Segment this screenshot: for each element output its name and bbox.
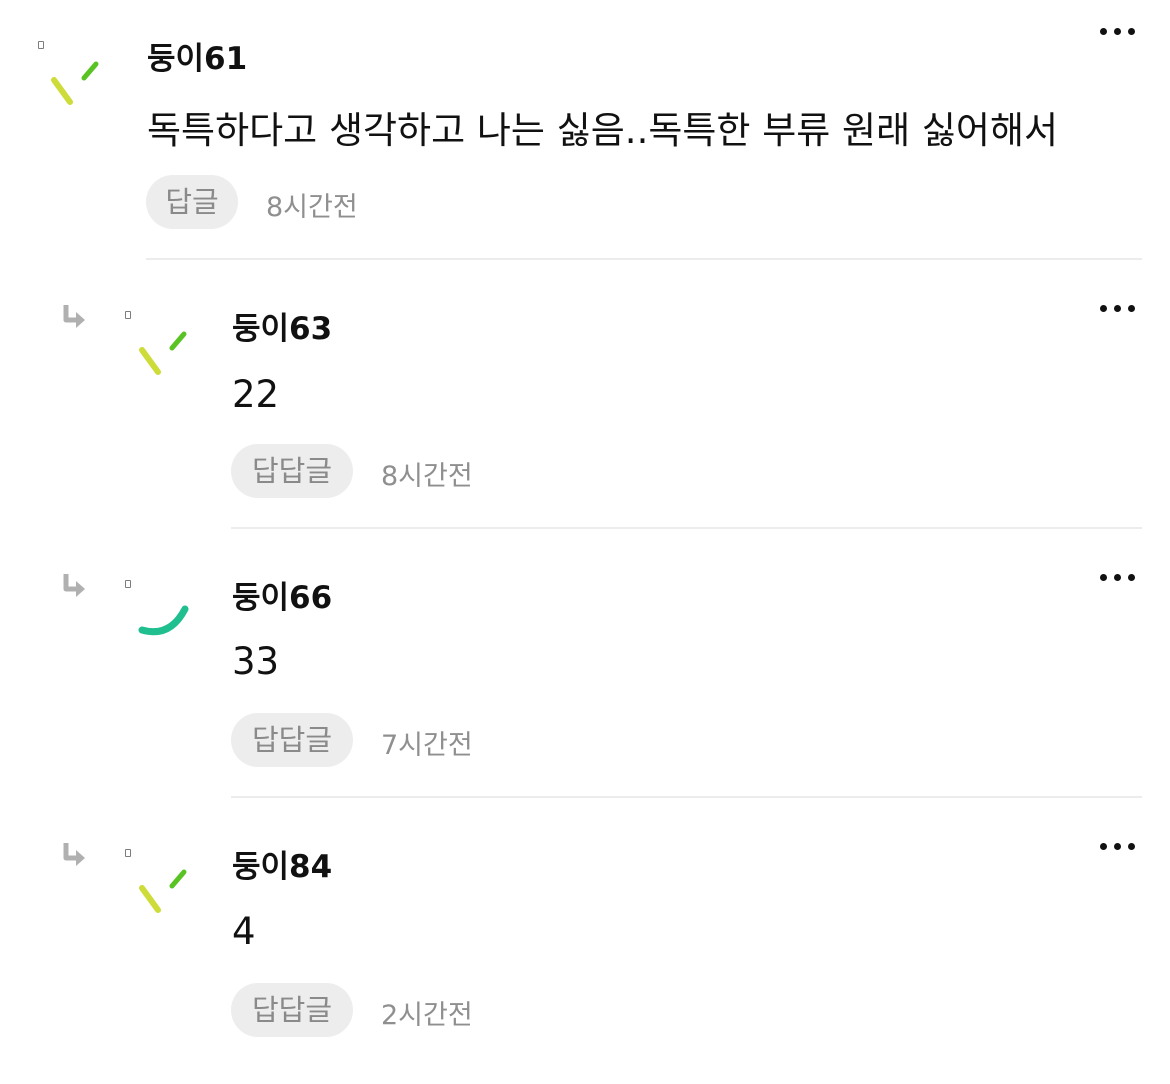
reply-arrow-icon bbox=[63, 843, 85, 866]
nickname[interactable]: 둥이84 bbox=[232, 841, 332, 886]
avatar[interactable] bbox=[130, 320, 200, 390]
nickname[interactable]: 둥이66 bbox=[232, 572, 332, 617]
reply-arrow-icon bbox=[63, 574, 85, 597]
reply-button[interactable]: 답답글 bbox=[231, 713, 353, 767]
reply-button[interactable]: 답답글 bbox=[231, 444, 353, 498]
comment-text: 독특하다고 생각하고 나는 싫음..독특한 부류 원래 싫어해서 bbox=[147, 109, 1059, 152]
timestamp: 2시간전 bbox=[381, 1000, 473, 1031]
reply-item: 둥이63 22 답답글 8시간전 bbox=[0, 270, 1170, 530]
comment-item: 둥이61 독특하다고 생각하고 나는 싫음..독특한 부류 원래 싫어해서 답글… bbox=[0, 0, 1170, 260]
nickname[interactable]: 둥이61 bbox=[147, 33, 247, 78]
reply-item: 둥이84 4 답답글 2시간전 bbox=[0, 808, 1170, 1078]
comment-text: 22 bbox=[232, 373, 280, 416]
badge-mark-icon bbox=[125, 849, 131, 857]
timestamp: 8시간전 bbox=[266, 192, 358, 223]
comment-text: 4 bbox=[232, 910, 256, 953]
more-dots-icon[interactable] bbox=[1098, 24, 1138, 38]
more-dots-icon[interactable] bbox=[1098, 301, 1138, 315]
avatar[interactable] bbox=[42, 50, 112, 120]
avatar[interactable] bbox=[130, 858, 200, 928]
reply-button[interactable]: 답글 bbox=[146, 175, 238, 229]
more-dots-icon[interactable] bbox=[1098, 570, 1138, 584]
badge-mark-icon bbox=[125, 311, 131, 319]
reply-item: 둥이66 33 답답글 7시간전 bbox=[0, 539, 1170, 799]
badge-mark-icon bbox=[38, 41, 44, 49]
divider bbox=[146, 258, 1142, 260]
nickname[interactable]: 둥이63 bbox=[232, 303, 332, 348]
timestamp: 8시간전 bbox=[381, 461, 473, 492]
timestamp: 7시간전 bbox=[381, 730, 473, 761]
divider bbox=[231, 796, 1142, 798]
reply-arrow-icon bbox=[63, 305, 85, 328]
reply-button[interactable]: 답답글 bbox=[231, 983, 353, 1037]
more-dots-icon[interactable] bbox=[1098, 839, 1138, 853]
avatar[interactable] bbox=[130, 584, 200, 654]
divider bbox=[231, 527, 1142, 529]
comment-text: 33 bbox=[232, 640, 280, 683]
